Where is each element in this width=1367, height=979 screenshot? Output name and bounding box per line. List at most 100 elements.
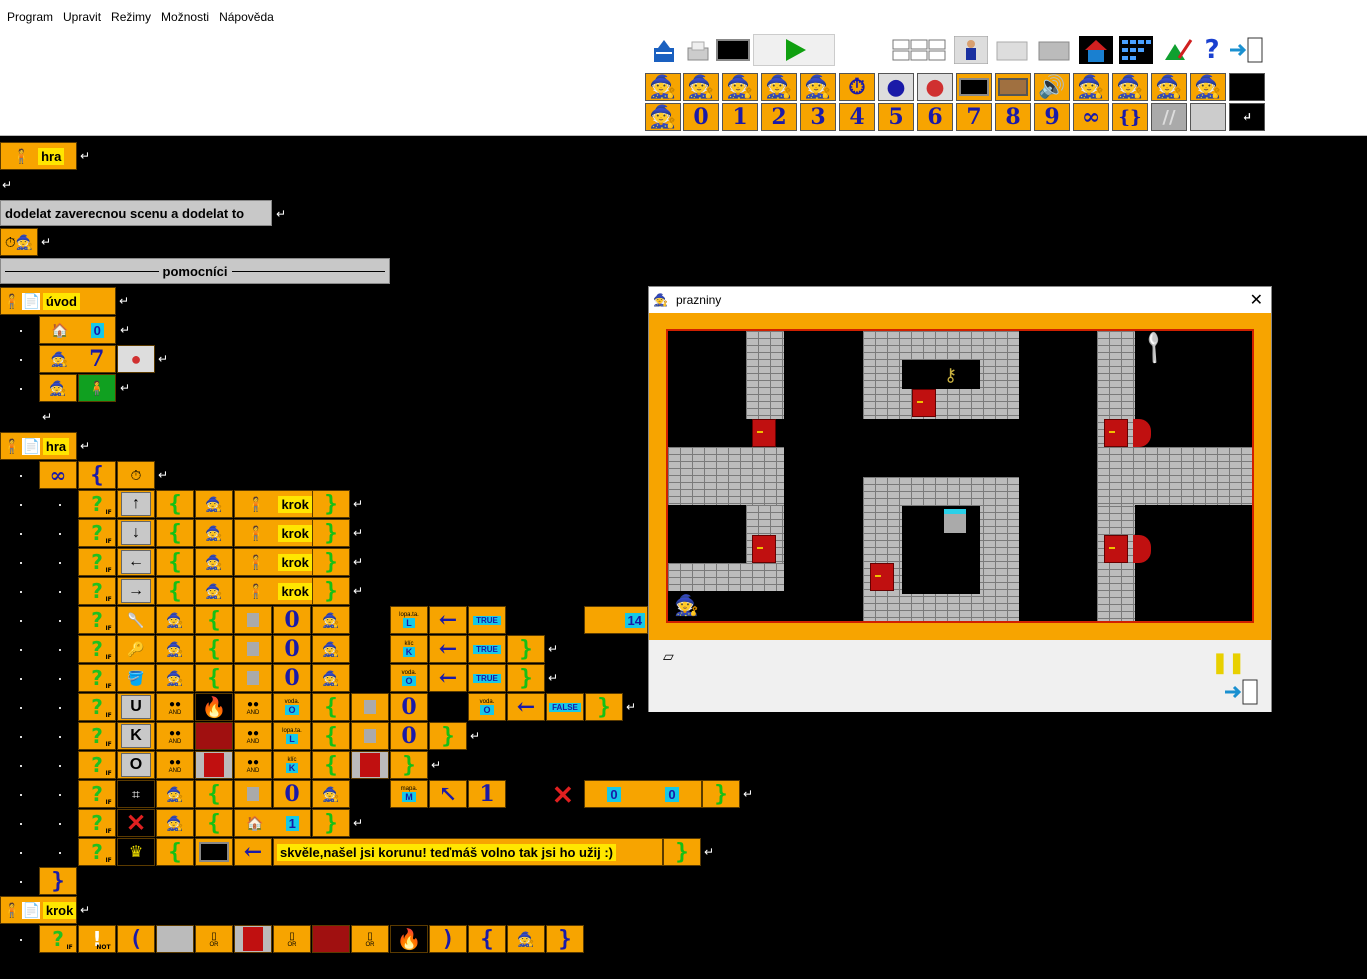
brace-close-block[interactable]: } — [390, 751, 428, 779]
brace-close-block[interactable]: } — [312, 548, 350, 576]
exit-icon[interactable] — [1223, 678, 1261, 709]
brace-close-block[interactable]: } — [429, 722, 467, 750]
assign-arrow-block[interactable]: ← — [429, 635, 467, 663]
if-block[interactable]: ? IF — [78, 751, 116, 779]
palette-num-2[interactable]: 2 — [761, 103, 797, 131]
menu-rezimy[interactable]: Režimy — [106, 10, 156, 24]
assign-arrow-block[interactable]: ← — [234, 838, 272, 866]
door-open-block[interactable] — [351, 751, 389, 779]
zero-block[interactable]: 0 — [390, 722, 428, 750]
turn-block[interactable]: 🧙 — [156, 664, 194, 692]
map-sensor-block[interactable]: ⌗ — [117, 780, 155, 808]
cell-block[interactable] — [351, 722, 389, 750]
loop-infinity[interactable]: ∞ — [39, 461, 77, 489]
game-field[interactable]: ⚷ 🥄 🧙 — [666, 329, 1254, 623]
or-block[interactable]: ▯ OR — [273, 925, 311, 953]
and-block[interactable]: ●● AND — [156, 751, 194, 779]
brace-open-block[interactable]: { — [156, 577, 194, 605]
proc-hra-header[interactable]: 🧍 hra — [0, 142, 77, 170]
turn-block[interactable]: 🧙 — [156, 780, 194, 808]
paren-close-block[interactable]: ) — [429, 925, 467, 953]
and-block[interactable]: ●● AND — [156, 722, 194, 750]
turn-block[interactable]: 🧙 — [312, 780, 350, 808]
door-block[interactable] — [234, 925, 272, 953]
palette-turn-left-icon[interactable]: 🧙 — [683, 73, 719, 101]
bucket-block[interactable]: 🪣 — [117, 664, 155, 692]
rubble-block[interactable] — [312, 925, 350, 953]
loop-brace-close[interactable]: } — [39, 867, 77, 895]
var-lopata-block[interactable]: lopa.ta. L — [273, 722, 311, 750]
not-block[interactable]: ! NOT — [78, 925, 116, 953]
cell-block[interactable] — [234, 635, 272, 663]
var-lopata-block[interactable]: lopa.ta. L — [390, 606, 428, 634]
brace-close-block[interactable]: } — [546, 925, 584, 953]
true-block[interactable]: TRUE — [468, 635, 506, 663]
palette-screen-icon[interactable] — [956, 73, 992, 101]
crown-block[interactable]: ♛ — [117, 838, 155, 866]
if-block[interactable]: ? IF — [78, 664, 116, 692]
var-klic-block[interactable]: klíc K — [390, 635, 428, 663]
brace-open-block[interactable]: { — [312, 693, 350, 721]
palette-num-5[interactable]: 5 — [878, 103, 914, 131]
brick-block[interactable] — [156, 925, 194, 953]
comment-todo[interactable]: dodelat zaverecnou scenu a dodelat to — [0, 200, 272, 226]
menu-napoveda[interactable]: Nápověda — [214, 10, 279, 24]
uvod-repeat-block[interactable]: 🧙 7 — [39, 345, 116, 373]
and-block[interactable]: ●● AND — [156, 693, 194, 721]
if-block[interactable]: ? IF — [78, 548, 116, 576]
true-block[interactable]: TRUE — [468, 664, 506, 692]
if-block[interactable]: ? IF — [39, 925, 77, 953]
arrow-key-left-block[interactable]: ← — [117, 548, 155, 576]
cell-block[interactable] — [234, 780, 272, 808]
cell-block[interactable] — [351, 693, 389, 721]
timer-wizard-block[interactable]: ⏱🧙 — [0, 228, 38, 256]
brace-open-block[interactable]: { — [312, 751, 350, 779]
key-u-block[interactable]: U — [117, 693, 155, 721]
palette-run-icon[interactable]: 🧙 — [645, 103, 681, 131]
turn-block[interactable]: 🧙 — [39, 374, 77, 402]
true-block[interactable]: TRUE — [468, 606, 506, 634]
palette-num-9[interactable]: 9 — [1034, 103, 1070, 131]
var-voda-block[interactable]: voda. O — [273, 693, 311, 721]
palette-num-3[interactable]: 3 — [800, 103, 836, 131]
turn-block[interactable]: 🧙 — [156, 809, 194, 837]
people-icon[interactable] — [994, 36, 1030, 64]
palette-hide-icon[interactable]: 🧙 — [1112, 73, 1148, 101]
palette-empty-2[interactable] — [1190, 103, 1226, 131]
palette-num-6[interactable]: 6 — [917, 103, 953, 131]
house-set-block[interactable]: 🏠 1 — [234, 809, 311, 837]
if-block[interactable]: ? IF — [78, 722, 116, 750]
var-klic-block[interactable]: klíc K — [273, 751, 311, 779]
table-icon[interactable] — [1118, 36, 1154, 64]
zero-block[interactable]: 0 — [273, 635, 311, 663]
screen-icon[interactable] — [716, 38, 750, 62]
and-block[interactable]: ●● AND — [234, 722, 272, 750]
uvod-set-block[interactable]: 🏠 0 — [39, 316, 116, 344]
palette-num-7[interactable]: 7 — [956, 103, 992, 131]
new-program-icon[interactable] — [648, 36, 680, 66]
if-block[interactable]: ? IF — [78, 838, 116, 866]
fire-block[interactable]: 🔥 — [390, 925, 428, 953]
turn-block[interactable]: 🧙 — [312, 635, 350, 663]
brace-close-block[interactable]: } — [312, 490, 350, 518]
menu-program[interactable]: Program — [2, 10, 58, 24]
diagonal-arrow-block[interactable]: ↖ — [429, 780, 467, 808]
stones-red-block[interactable]: ● — [117, 345, 155, 373]
brace-close-block[interactable]: } — [702, 780, 740, 808]
face-direction-block[interactable]: 🧙 — [195, 548, 233, 576]
and-block[interactable]: ●● AND — [234, 751, 272, 779]
brace-open-block[interactable]: { — [195, 809, 233, 837]
paren-open-block[interactable]: ( — [117, 925, 155, 953]
palette-infinity[interactable]: ∞ — [1073, 103, 1109, 131]
rubble-block[interactable] — [195, 722, 233, 750]
palette-walk-icon[interactable]: 🧙 — [645, 73, 681, 101]
face-direction-block[interactable]: 🧙 — [195, 577, 233, 605]
palette-num-1[interactable]: 1 — [722, 103, 758, 131]
walk-block[interactable]: 🧙 — [507, 925, 545, 953]
if-block[interactable]: ? IF — [78, 577, 116, 605]
var-voda-block[interactable]: voda. O — [468, 693, 506, 721]
brace-open-block[interactable]: { — [156, 519, 194, 547]
brace-open-block[interactable]: { — [195, 664, 233, 692]
brace-open-block[interactable]: { — [156, 490, 194, 518]
palette-num-0[interactable]: 0 — [683, 103, 719, 131]
